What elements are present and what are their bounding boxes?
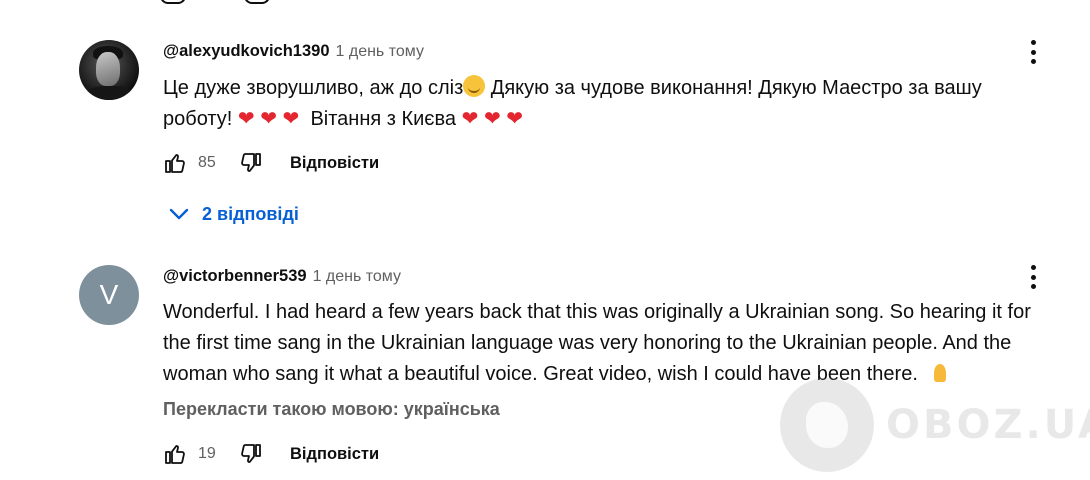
thumbs-down-icon [244, 0, 270, 4]
heart-emoji-icon: ❤ [260, 108, 277, 130]
thumbs-up-icon [160, 0, 186, 4]
show-replies-button[interactable]: 2 відповіді [166, 202, 299, 226]
comment-text: Це дуже зворушливо, аж до сліз Дякую за … [163, 75, 982, 130]
hugging-face-emoji-icon [463, 75, 486, 97]
watermark-logo-icon [780, 378, 874, 472]
heart-emoji-icon: ❤ [506, 108, 524, 130]
comment-timestamp[interactable]: 1 день тому [336, 43, 424, 61]
comment-header: @victorbenner539 1 день тому [163, 267, 401, 286]
reply-button[interactable]: Відповісти [290, 445, 379, 464]
comment-author[interactable]: @victorbenner539 [163, 267, 307, 286]
comment-author[interactable]: @alexyudkovich1390 [163, 42, 330, 61]
more-vert-icon[interactable] [1024, 263, 1042, 291]
thumbs-down-icon[interactable] [236, 148, 266, 178]
heart-emoji-icon: ❤ [237, 108, 255, 130]
avatar[interactable]: V [79, 265, 139, 325]
thumbs-up-icon[interactable] [160, 148, 190, 178]
replies-count-label[interactable]: 2 відповіді [202, 204, 299, 225]
previous-comment-actions-cut [160, 0, 270, 4]
translate-link[interactable]: Перекласти такою мовою: українська [163, 399, 500, 420]
watermark-text: OBOZ.UA [886, 402, 1090, 448]
heart-emoji-icon: ❤ [461, 108, 479, 130]
heart-emoji-icon: ❤ [483, 108, 501, 130]
thumbs-down-icon[interactable] [236, 439, 266, 469]
comment-header: @alexyudkovich1390 1 день тому [163, 42, 424, 61]
comment-actions: 85 Відповісти [160, 148, 379, 178]
comment-actions: 19 Відповісти [160, 439, 379, 469]
thumbs-up-icon[interactable] [160, 439, 190, 469]
avatar-letter: V [99, 279, 119, 310]
watermark: OBOZ.UA [780, 378, 1090, 472]
like-count: 85 [198, 154, 216, 171]
avatar[interactable] [79, 40, 139, 100]
like-count: 19 [198, 445, 216, 462]
reply-button[interactable]: Відповісти [290, 154, 379, 173]
heart-emoji-icon: ❤ [282, 108, 300, 130]
chevron-down-icon [169, 208, 189, 220]
comment-timestamp[interactable]: 1 день тому [313, 268, 401, 286]
more-vert-icon[interactable] [1024, 38, 1042, 66]
comment-text: Wonderful. I had heard a few years back … [163, 301, 1031, 385]
